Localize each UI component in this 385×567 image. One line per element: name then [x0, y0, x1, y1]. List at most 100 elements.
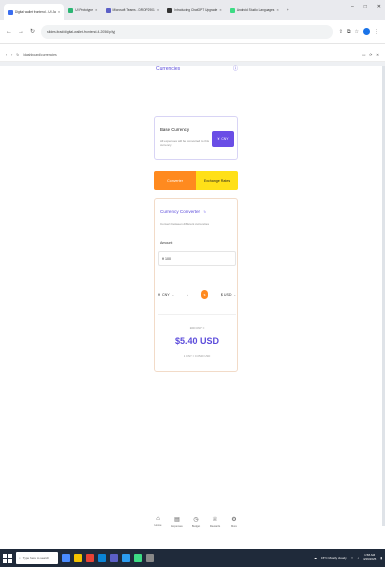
- clock-date: 4/29/2025: [362, 557, 377, 561]
- inner-back-icon[interactable]: ‹: [6, 53, 7, 57]
- search-icon: ⌕: [19, 556, 21, 560]
- nav-item-more[interactable]: ⚙ More: [226, 516, 242, 538]
- base-currency-button-label: CNY: [221, 137, 229, 141]
- browser-extensions: ⇪ ⧉ ☆ ⋮: [339, 28, 379, 35]
- inner-reload-icon[interactable]: ↻: [16, 53, 19, 57]
- tab-label: UI Prototype: [75, 8, 93, 12]
- tab-favicon-icon: [105, 7, 111, 13]
- weather-text: 15°C Mostly cloudy: [320, 556, 347, 560]
- converter-divider: [158, 314, 236, 315]
- browser-tab[interactable]: Microsoft Teams - DROP2901 ✕: [102, 3, 164, 17]
- close-window-icon[interactable]: ✕: [377, 4, 381, 10]
- volume-icon[interactable]: ♪: [357, 556, 359, 560]
- nav-item-budget[interactable]: ◷ Budget: [188, 516, 204, 538]
- menu-icon[interactable]: ⋮: [374, 29, 379, 35]
- forward-icon[interactable]: →: [18, 29, 24, 35]
- chrome-icon[interactable]: [86, 554, 94, 562]
- clock[interactable]: 1:58 AM 4/29/2025: [363, 554, 376, 561]
- maximize-icon[interactable]: □: [364, 4, 367, 10]
- budget-icon: ◷: [193, 517, 199, 523]
- more-icon: ⚙: [231, 517, 237, 523]
- from-currency-select[interactable]: ¥ CNY ⌄: [158, 293, 174, 297]
- base-currency-title: Base Currency: [160, 127, 190, 132]
- chevron-down-icon: ⌄: [171, 292, 175, 297]
- nav-item-expenses[interactable]: ▤ Expenses: [169, 516, 185, 538]
- profile-avatar[interactable]: [363, 28, 370, 35]
- edge-icon[interactable]: [98, 554, 106, 562]
- tab-favicon-icon: [229, 7, 235, 13]
- swap-currencies-button[interactable]: ⇅: [200, 290, 208, 299]
- base-currency-button[interactable]: ¥ CNY: [212, 131, 234, 147]
- amount-value: ¥ 100: [162, 256, 171, 261]
- android-studio-icon[interactable]: [134, 554, 142, 562]
- task-view-icon[interactable]: [62, 554, 70, 562]
- inner-rotate-icon[interactable]: ⟳: [369, 53, 372, 57]
- browser-tab[interactable]: UI Prototype ✕: [64, 3, 101, 17]
- converter-title-text: Currency Converter: [160, 209, 201, 214]
- back-icon[interactable]: ←: [6, 29, 12, 35]
- vscode-icon[interactable]: [122, 554, 130, 562]
- browser-tab[interactable]: Android Studio Languages ✕: [226, 3, 283, 17]
- tab-favicon-icon: [8, 9, 13, 15]
- star-icon[interactable]: ☆: [355, 29, 359, 35]
- tab-close-icon[interactable]: ✕: [95, 8, 98, 12]
- tab-close-icon[interactable]: ✕: [157, 8, 160, 12]
- converter-subtitle: Convert between different currencies: [160, 222, 209, 226]
- bottom-navigation: ⌂ Home ▤ Expenses ◷ Budget ♕ Rewards ⚙ M…: [150, 516, 242, 538]
- tab-close-icon[interactable]: ✕: [219, 8, 222, 12]
- nav-item-home[interactable]: ⌂ Home: [150, 516, 166, 538]
- tab-favicon-icon: [167, 7, 173, 13]
- tab-exchange-rates[interactable]: Exchange Rates: [196, 171, 238, 190]
- url-field[interactable]: slides.itrad/digital-wallet-frontend-4-2…: [41, 24, 333, 39]
- currency-symbol-icon: ¥: [217, 137, 220, 141]
- tab-close-icon[interactable]: ✕: [276, 8, 279, 12]
- amount-input[interactable]: ¥ 100: [158, 251, 236, 266]
- inner-close-icon[interactable]: ✕: [376, 53, 379, 57]
- tab-close-icon[interactable]: ✕: [58, 10, 61, 14]
- nav-label: More: [231, 525, 237, 528]
- refresh-icon[interactable]: ↻: [203, 210, 206, 214]
- terminal-icon[interactable]: [146, 554, 154, 562]
- info-icon[interactable]: ⓘ: [233, 65, 238, 72]
- os-taskbar: ⌕ Type here to search ☁ 15°C Mostly clou…: [0, 549, 385, 567]
- inner-device-icon[interactable]: ▭: [362, 53, 365, 57]
- converter-card: Currency Converter ↻ Convert between dif…: [154, 198, 238, 372]
- new-tab-button[interactable]: +: [283, 3, 293, 17]
- browser-tab-active[interactable]: Digital wallet frontend - UI Ja ✕: [4, 4, 65, 20]
- system-tray: ☁ 15°C Mostly cloudy ⌔ ♪ 1:58 AM 4/29/20…: [314, 554, 382, 561]
- url-text: slides.itrad/digital-wallet-frontend-4-2…: [47, 29, 116, 34]
- nav-label: Budget: [191, 525, 201, 528]
- notifications-icon[interactable]: ▮: [380, 556, 382, 560]
- tab-label: Android Studio Languages: [236, 8, 275, 12]
- trophy-icon: ♕: [212, 517, 218, 523]
- minimize-icon[interactable]: –: [351, 4, 354, 10]
- teams-icon[interactable]: [110, 554, 118, 562]
- arrow-right-icon: ›: [187, 292, 189, 297]
- base-currency-description: All expenses will be converted to this c…: [160, 139, 210, 147]
- windows-start-icon[interactable]: [3, 553, 12, 563]
- window-controls: – □ ✕: [351, 4, 381, 10]
- to-currency-select[interactable]: $ USD ⌄: [221, 293, 236, 297]
- from-currency-symbol-icon: ¥: [158, 292, 160, 297]
- share-icon[interactable]: ⇪: [339, 29, 343, 35]
- tab-favicon-icon: [68, 7, 74, 13]
- tab-converter[interactable]: Converter: [154, 171, 196, 190]
- taskbar-search[interactable]: ⌕ Type here to search: [16, 552, 58, 564]
- browser-tab[interactable]: Introducing ChatGPT Upgrade ✕: [163, 3, 226, 17]
- chevron-down-icon: ⌄: [233, 292, 236, 297]
- network-icon[interactable]: ⌔: [351, 556, 354, 561]
- file-explorer-icon[interactable]: [74, 554, 82, 562]
- nav-item-rewards[interactable]: ♕ Rewards: [207, 516, 223, 538]
- nav-label: Home: [154, 524, 162, 527]
- nav-label: Rewards: [209, 525, 221, 528]
- inner-forward-icon[interactable]: ›: [11, 53, 12, 57]
- taskbar-search-placeholder: Type here to search: [22, 556, 50, 560]
- wallet-icon: ▤: [174, 517, 180, 523]
- home-icon: ⌂: [156, 516, 160, 522]
- taskbar-apps: [62, 554, 154, 562]
- reload-icon[interactable]: ↻: [30, 28, 35, 35]
- page-title: Currencies: [156, 66, 181, 72]
- base-currency-card: Base Currency All expenses will be conve…: [154, 116, 238, 160]
- extensions-icon[interactable]: ⧉: [347, 29, 351, 35]
- from-currency-label: CNY: [162, 292, 170, 297]
